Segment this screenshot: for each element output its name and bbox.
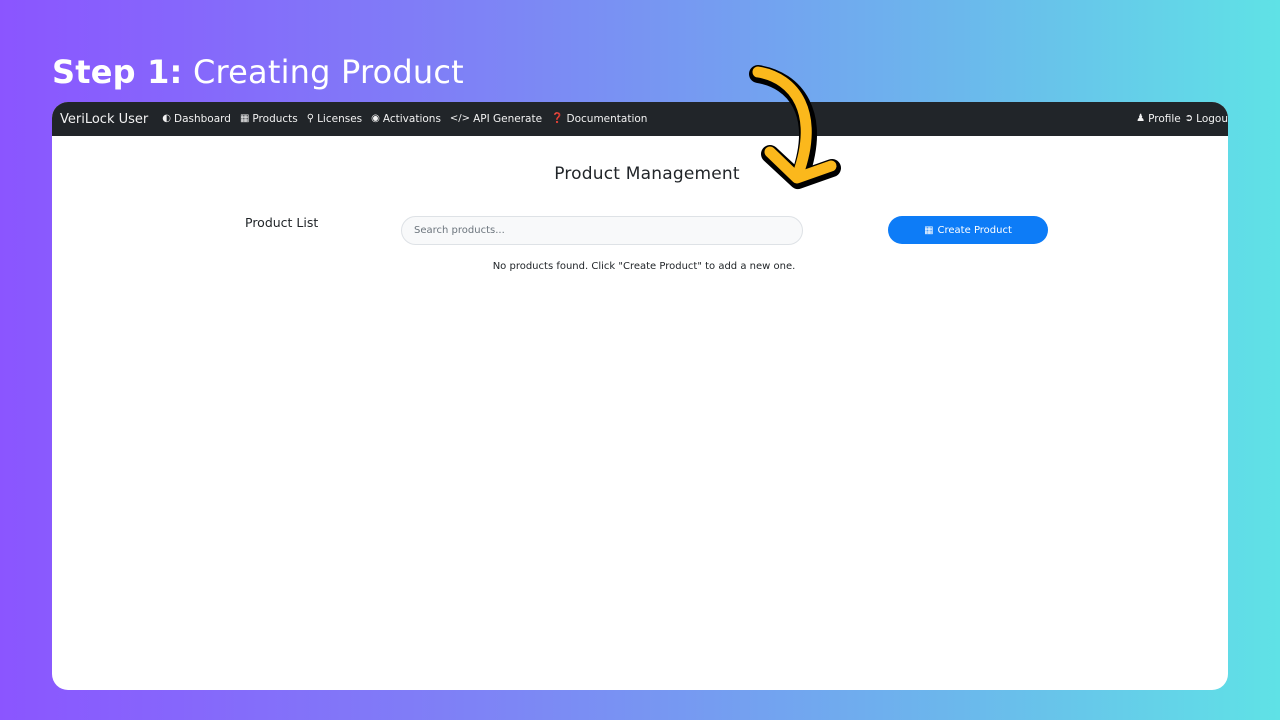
nav-dashboard[interactable]: ◐ Dashboard bbox=[162, 113, 231, 125]
search-input[interactable] bbox=[401, 216, 803, 245]
step-title: Step 1: Creating Product bbox=[52, 52, 464, 92]
product-list-label: Product List bbox=[245, 215, 319, 230]
nav-documentation[interactable]: ❓ Documentation bbox=[551, 113, 647, 125]
nav-api-generate-label: API Generate bbox=[473, 113, 543, 125]
question-icon: ❓ bbox=[551, 113, 564, 124]
brand-link[interactable]: VeriLock User bbox=[60, 112, 148, 127]
step-number: Step 1: bbox=[52, 53, 183, 91]
nav-products[interactable]: ▦ Products bbox=[240, 113, 298, 125]
nav-documentation-label: Documentation bbox=[566, 113, 648, 125]
navbar: VeriLock User ◐ Dashboard ▦ Products ⚲ L… bbox=[52, 102, 1228, 136]
nav-licenses-label: Licenses bbox=[317, 113, 363, 125]
nav-right: ♟ Profile ➲ Logou bbox=[1136, 102, 1228, 136]
nav-licenses[interactable]: ⚲ Licenses bbox=[307, 113, 362, 125]
box-icon: ▦ bbox=[924, 224, 934, 236]
logout-icon: ➲ bbox=[1184, 113, 1194, 124]
box-icon: ▦ bbox=[239, 113, 250, 124]
user-icon: ♟ bbox=[1136, 113, 1146, 124]
nav-activations-label: Activations bbox=[382, 113, 441, 125]
nav-profile-label: Profile bbox=[1148, 113, 1181, 125]
nav-logout[interactable]: ➲ Logou bbox=[1185, 113, 1228, 125]
key-icon: ⚲ bbox=[306, 113, 315, 124]
dashboard-icon: ◐ bbox=[162, 113, 171, 124]
empty-state-message: No products found. Click "Create Product… bbox=[492, 261, 796, 272]
create-product-button[interactable]: ▦ Create Product bbox=[888, 216, 1048, 244]
nav-profile[interactable]: ♟ Profile bbox=[1136, 113, 1181, 125]
curved-arrow-icon bbox=[749, 65, 841, 189]
app-screenshot: VeriLock User ◐ Dashboard ▦ Products ⚲ L… bbox=[52, 102, 1228, 690]
step-text: Creating Product bbox=[192, 53, 464, 91]
page-title: Product Management bbox=[554, 164, 740, 184]
nav-dashboard-label: Dashboard bbox=[173, 113, 231, 125]
nav-products-label: Products bbox=[252, 113, 298, 125]
nav-logout-label: Logou bbox=[1196, 113, 1228, 125]
code-icon: </> bbox=[449, 113, 471, 124]
nav-activations[interactable]: ◉ Activations bbox=[371, 113, 441, 125]
create-product-label: Create Product bbox=[937, 224, 1012, 236]
toggle-icon: ◉ bbox=[371, 113, 380, 124]
nav-api-generate[interactable]: </> API Generate bbox=[450, 113, 542, 125]
